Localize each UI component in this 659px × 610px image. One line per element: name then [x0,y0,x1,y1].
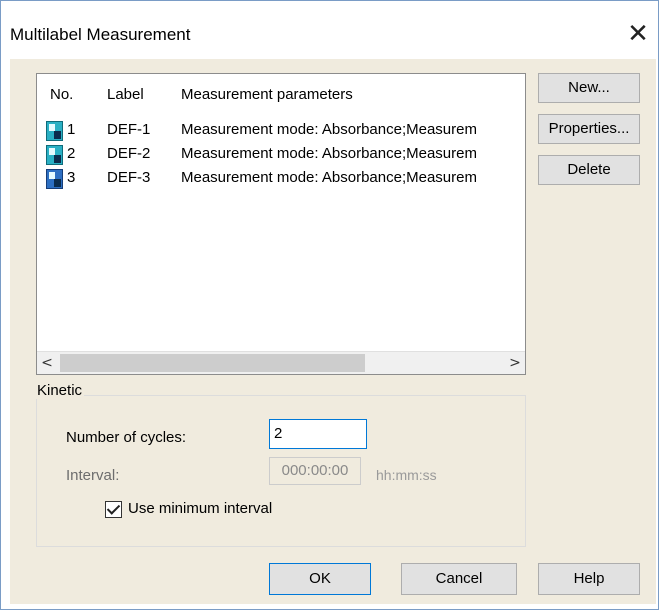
row-label: DEF-1 [107,121,151,138]
measurement-list[interactable]: No. Label Measurement parameters 1 DEF-1… [36,73,526,375]
interval-unit-label: hh:mm:ss [376,467,437,483]
scroll-left-icon[interactable]: < [37,352,57,374]
scroll-right-icon[interactable]: > [505,352,525,374]
horizontal-scrollbar[interactable]: < > [37,351,525,374]
measurement-icon [46,121,63,141]
use-minimum-interval-label[interactable]: Use minimum interval [128,500,272,517]
interval-input[interactable]: 000:00:00 [269,457,361,485]
dialog-client-area: No. Label Measurement parameters 1 DEF-1… [10,59,656,604]
kinetic-group-title: Kinetic [35,382,85,399]
title-bar[interactable]: Multilabel Measurement ✕ [1,1,658,59]
row-number: 3 [67,169,76,186]
close-icon[interactable]: ✕ [623,19,653,49]
scroll-thumb[interactable] [60,354,365,372]
row-parameters: Measurement mode: Absorbance;Measurem [181,121,477,138]
interval-label: Interval: [66,467,120,484]
multilabel-measurement-dialog: Multilabel Measurement ✕ No. Label Measu… [0,0,659,610]
row-label: DEF-3 [107,169,151,186]
use-minimum-interval-checkbox[interactable] [105,501,122,518]
help-button[interactable]: Help [538,563,640,595]
list-header: No. Label Measurement parameters [37,86,525,110]
ok-button[interactable]: OK [269,563,371,595]
row-parameters: Measurement mode: Absorbance;Measurem [181,145,477,162]
delete-button[interactable]: Delete [538,155,640,185]
list-item[interactable]: 2 DEF-2 Measurement mode: Absorbance;Mea… [37,144,525,166]
column-header-label[interactable]: Label [107,86,144,103]
cycles-input[interactable]: 2 [269,419,367,449]
column-header-no[interactable]: No. [50,86,73,103]
list-item[interactable]: 3 DEF-3 Measurement mode: Absorbance;Mea… [37,168,525,190]
row-number: 1 [67,121,76,138]
row-label: DEF-2 [107,145,151,162]
row-number: 2 [67,145,76,162]
measurement-icon [46,145,63,165]
properties-button[interactable]: Properties... [538,114,640,144]
column-header-parameters[interactable]: Measurement parameters [181,86,353,103]
cancel-button[interactable]: Cancel [401,563,517,595]
row-parameters: Measurement mode: Absorbance;Measurem [181,169,477,186]
measurement-icon [46,169,63,189]
new-button[interactable]: New... [538,73,640,103]
checkmark-icon [106,501,121,515]
cycles-label: Number of cycles: [66,429,187,446]
window-title: Multilabel Measurement [10,25,191,44]
list-item[interactable]: 1 DEF-1 Measurement mode: Absorbance;Mea… [37,120,525,142]
